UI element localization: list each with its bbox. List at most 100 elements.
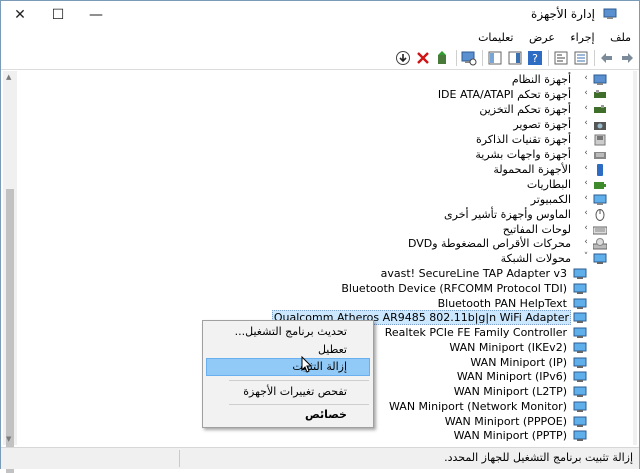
toolbar: ? bbox=[1, 47, 639, 70]
menu-separator bbox=[229, 404, 369, 405]
computer-icon bbox=[593, 194, 607, 205]
tree-node-computer[interactable]: الكمبيوتر bbox=[529, 193, 573, 207]
network-adapter-icon bbox=[573, 283, 587, 294]
ide-controller-icon bbox=[594, 90, 606, 98]
network-adapter-icon bbox=[573, 416, 587, 427]
tree-node-wan-ipv6[interactable]: WAN Miniport (IPv6) bbox=[455, 370, 569, 384]
scan-hardware-icon[interactable] bbox=[461, 50, 477, 66]
menu-bar: ملف إجراء عرض تعليمات bbox=[1, 29, 639, 47]
scroll-down-arrow-icon[interactable]: ▼ bbox=[6, 435, 11, 443]
expand-chevron-icon[interactable]: ‹ bbox=[581, 73, 591, 83]
expand-chevron-icon[interactable]: ‹ bbox=[581, 163, 591, 173]
expand-chevron-icon[interactable]: ‹ bbox=[581, 118, 591, 128]
tree-node-wan-ikev2[interactable]: WAN Miniport (IKEv2) bbox=[447, 341, 569, 355]
network-adapter-icon bbox=[573, 430, 587, 441]
console-tree-icon[interactable] bbox=[487, 50, 503, 66]
title-bar: ✕ ☐ — إدارة الأجهزة bbox=[1, 1, 639, 29]
mouse-icon bbox=[595, 209, 605, 221]
network-adapter-icon bbox=[573, 401, 587, 412]
network-adapter-icon bbox=[593, 253, 607, 264]
mouse-cursor-icon bbox=[301, 356, 313, 373]
tree-node-system-devices[interactable]: أجهزة النظام bbox=[510, 73, 573, 87]
expand-chevron-icon[interactable]: ‹ bbox=[581, 208, 591, 218]
tree-node-memory-technology[interactable]: أجهزة تقنيات الذاكرة bbox=[474, 133, 573, 147]
svg-text:?: ? bbox=[532, 52, 538, 65]
status-bar: إزالة تثبيت برنامج التشغيل للجهاز المحدد… bbox=[1, 447, 639, 469]
keyboard-icon bbox=[593, 226, 607, 235]
memory-card-icon bbox=[594, 134, 606, 146]
tree-node-wan-l2tp[interactable]: WAN Miniport (L2TP) bbox=[452, 385, 569, 399]
tree-node-batteries[interactable]: البطاريات bbox=[525, 178, 573, 192]
expand-chevron-icon[interactable]: ‹ bbox=[581, 237, 591, 247]
minimize-button[interactable]: — bbox=[77, 1, 115, 29]
tree-node-mice[interactable]: الماوس وأجهزة تأشير أخرى bbox=[442, 208, 573, 222]
expand-chevron-icon[interactable]: ‹ bbox=[581, 223, 591, 233]
network-adapter-icon bbox=[573, 342, 587, 353]
menu-item-properties[interactable]: خصائص bbox=[305, 406, 347, 424]
camera-icon bbox=[594, 122, 606, 130]
right-gutter bbox=[633, 71, 637, 445]
tree-node-keyboards[interactable]: لوحات المفاتيح bbox=[501, 223, 573, 237]
forward-icon[interactable] bbox=[619, 50, 635, 66]
maximize-button[interactable]: ☐ bbox=[39, 1, 77, 29]
tree-view-icon[interactable] bbox=[573, 50, 589, 66]
network-adapter-icon bbox=[573, 386, 587, 397]
tree-node-ide-controllers[interactable]: أجهزة تحكم IDE ATA/ATAPI bbox=[436, 88, 573, 102]
scroll-thumb[interactable] bbox=[6, 189, 14, 473]
menu-item-scan-hardware[interactable]: تفحص تغييرات الأجهزة bbox=[243, 383, 347, 401]
network-adapter-icon bbox=[573, 327, 587, 338]
expand-chevron-icon[interactable]: ‹ bbox=[581, 88, 591, 98]
portable-device-icon bbox=[597, 164, 603, 176]
expand-chevron-icon[interactable]: ‹ bbox=[581, 178, 591, 188]
expand-chevron-icon[interactable]: ‹ bbox=[581, 103, 591, 113]
menu-view[interactable]: عرض bbox=[523, 29, 561, 47]
network-adapter-icon bbox=[573, 298, 587, 309]
network-adapter-icon bbox=[573, 268, 587, 279]
tree-node-portable-devices[interactable]: الأجهزة المحمولة bbox=[491, 163, 573, 177]
expand-chevron-icon[interactable]: ‹ bbox=[581, 133, 591, 143]
tree-node-network-adapters[interactable]: محولات الشبكة bbox=[499, 252, 573, 266]
tree-node-hid[interactable]: أجهزة واجهات بشرية bbox=[473, 148, 573, 162]
uninstall-icon[interactable] bbox=[415, 50, 431, 66]
tree-node-imaging-devices[interactable]: أجهزة تصوير bbox=[511, 118, 573, 132]
enable-device-icon[interactable] bbox=[395, 50, 411, 66]
tree-node-storage-controllers[interactable]: أجهزة تحكم التخزين bbox=[477, 103, 573, 117]
properties-icon[interactable] bbox=[553, 50, 569, 66]
window-title: إدارة الأجهزة bbox=[531, 7, 595, 21]
system-devices-icon bbox=[593, 74, 607, 85]
back-icon[interactable] bbox=[599, 50, 615, 66]
expand-chevron-icon[interactable]: ‹ bbox=[581, 148, 591, 158]
collapse-chevron-icon[interactable]: ˅ bbox=[581, 252, 591, 262]
scroll-up-arrow-icon[interactable]: ▲ bbox=[6, 73, 11, 81]
action-pane-icon[interactable] bbox=[507, 50, 523, 66]
menu-action[interactable]: إجراء bbox=[564, 29, 600, 47]
battery-icon bbox=[594, 182, 606, 189]
network-adapter-icon bbox=[573, 312, 587, 323]
menu-file[interactable]: ملف bbox=[604, 29, 637, 47]
vertical-scrollbar[interactable]: ▲ ▼ bbox=[3, 71, 17, 473]
close-button[interactable]: ✕ bbox=[1, 1, 39, 29]
network-adapter-icon bbox=[573, 357, 587, 368]
context-menu: تحديث برنامج التشغيل... تعطيل إزالة التث… bbox=[202, 320, 374, 428]
tree-node-avast-tap[interactable]: avast! SecureLine TAP Adapter v3 bbox=[379, 267, 569, 281]
help-icon[interactable]: ? bbox=[527, 50, 543, 66]
status-text: إزالة تثبيت برنامج التشغيل للجهاز المحدد… bbox=[444, 451, 633, 464]
menu-help[interactable]: تعليمات bbox=[472, 29, 519, 47]
hid-icon bbox=[594, 152, 606, 159]
dvd-drive-icon bbox=[593, 238, 607, 250]
storage-controller-icon bbox=[594, 105, 606, 113]
tree-node-bluetooth-rfcomm[interactable]: Bluetooth Device (RFCOMM Protocol TDI) bbox=[339, 282, 569, 296]
tree-node-wan-ip[interactable]: WAN Miniport (IP) bbox=[468, 356, 569, 370]
update-driver-icon[interactable] bbox=[435, 50, 451, 66]
tree-node-bluetooth-pan[interactable]: Bluetooth PAN HelpText bbox=[436, 297, 569, 311]
menu-item-disable[interactable]: تعطيل bbox=[318, 341, 347, 359]
network-adapter-icon bbox=[573, 371, 587, 382]
tree-node-wan-network-monitor[interactable]: WAN Miniport (Network Monitor) bbox=[387, 400, 569, 414]
menu-separator bbox=[229, 380, 369, 381]
tree-node-wan-pppoe[interactable]: WAN Miniport (PPPOE) bbox=[443, 415, 569, 429]
tree-node-wan-pptp[interactable]: WAN Miniport (PPTP) bbox=[452, 429, 569, 443]
tree-node-dvd-drives[interactable]: محركات الأقراص المضغوطة وDVD bbox=[406, 237, 573, 251]
tree-node-realtek[interactable]: Realtek PCIe FE Family Controller bbox=[383, 326, 569, 340]
menu-item-update-driver[interactable]: تحديث برنامج التشغيل... bbox=[235, 323, 347, 341]
expand-chevron-icon[interactable]: ‹ bbox=[581, 193, 591, 203]
